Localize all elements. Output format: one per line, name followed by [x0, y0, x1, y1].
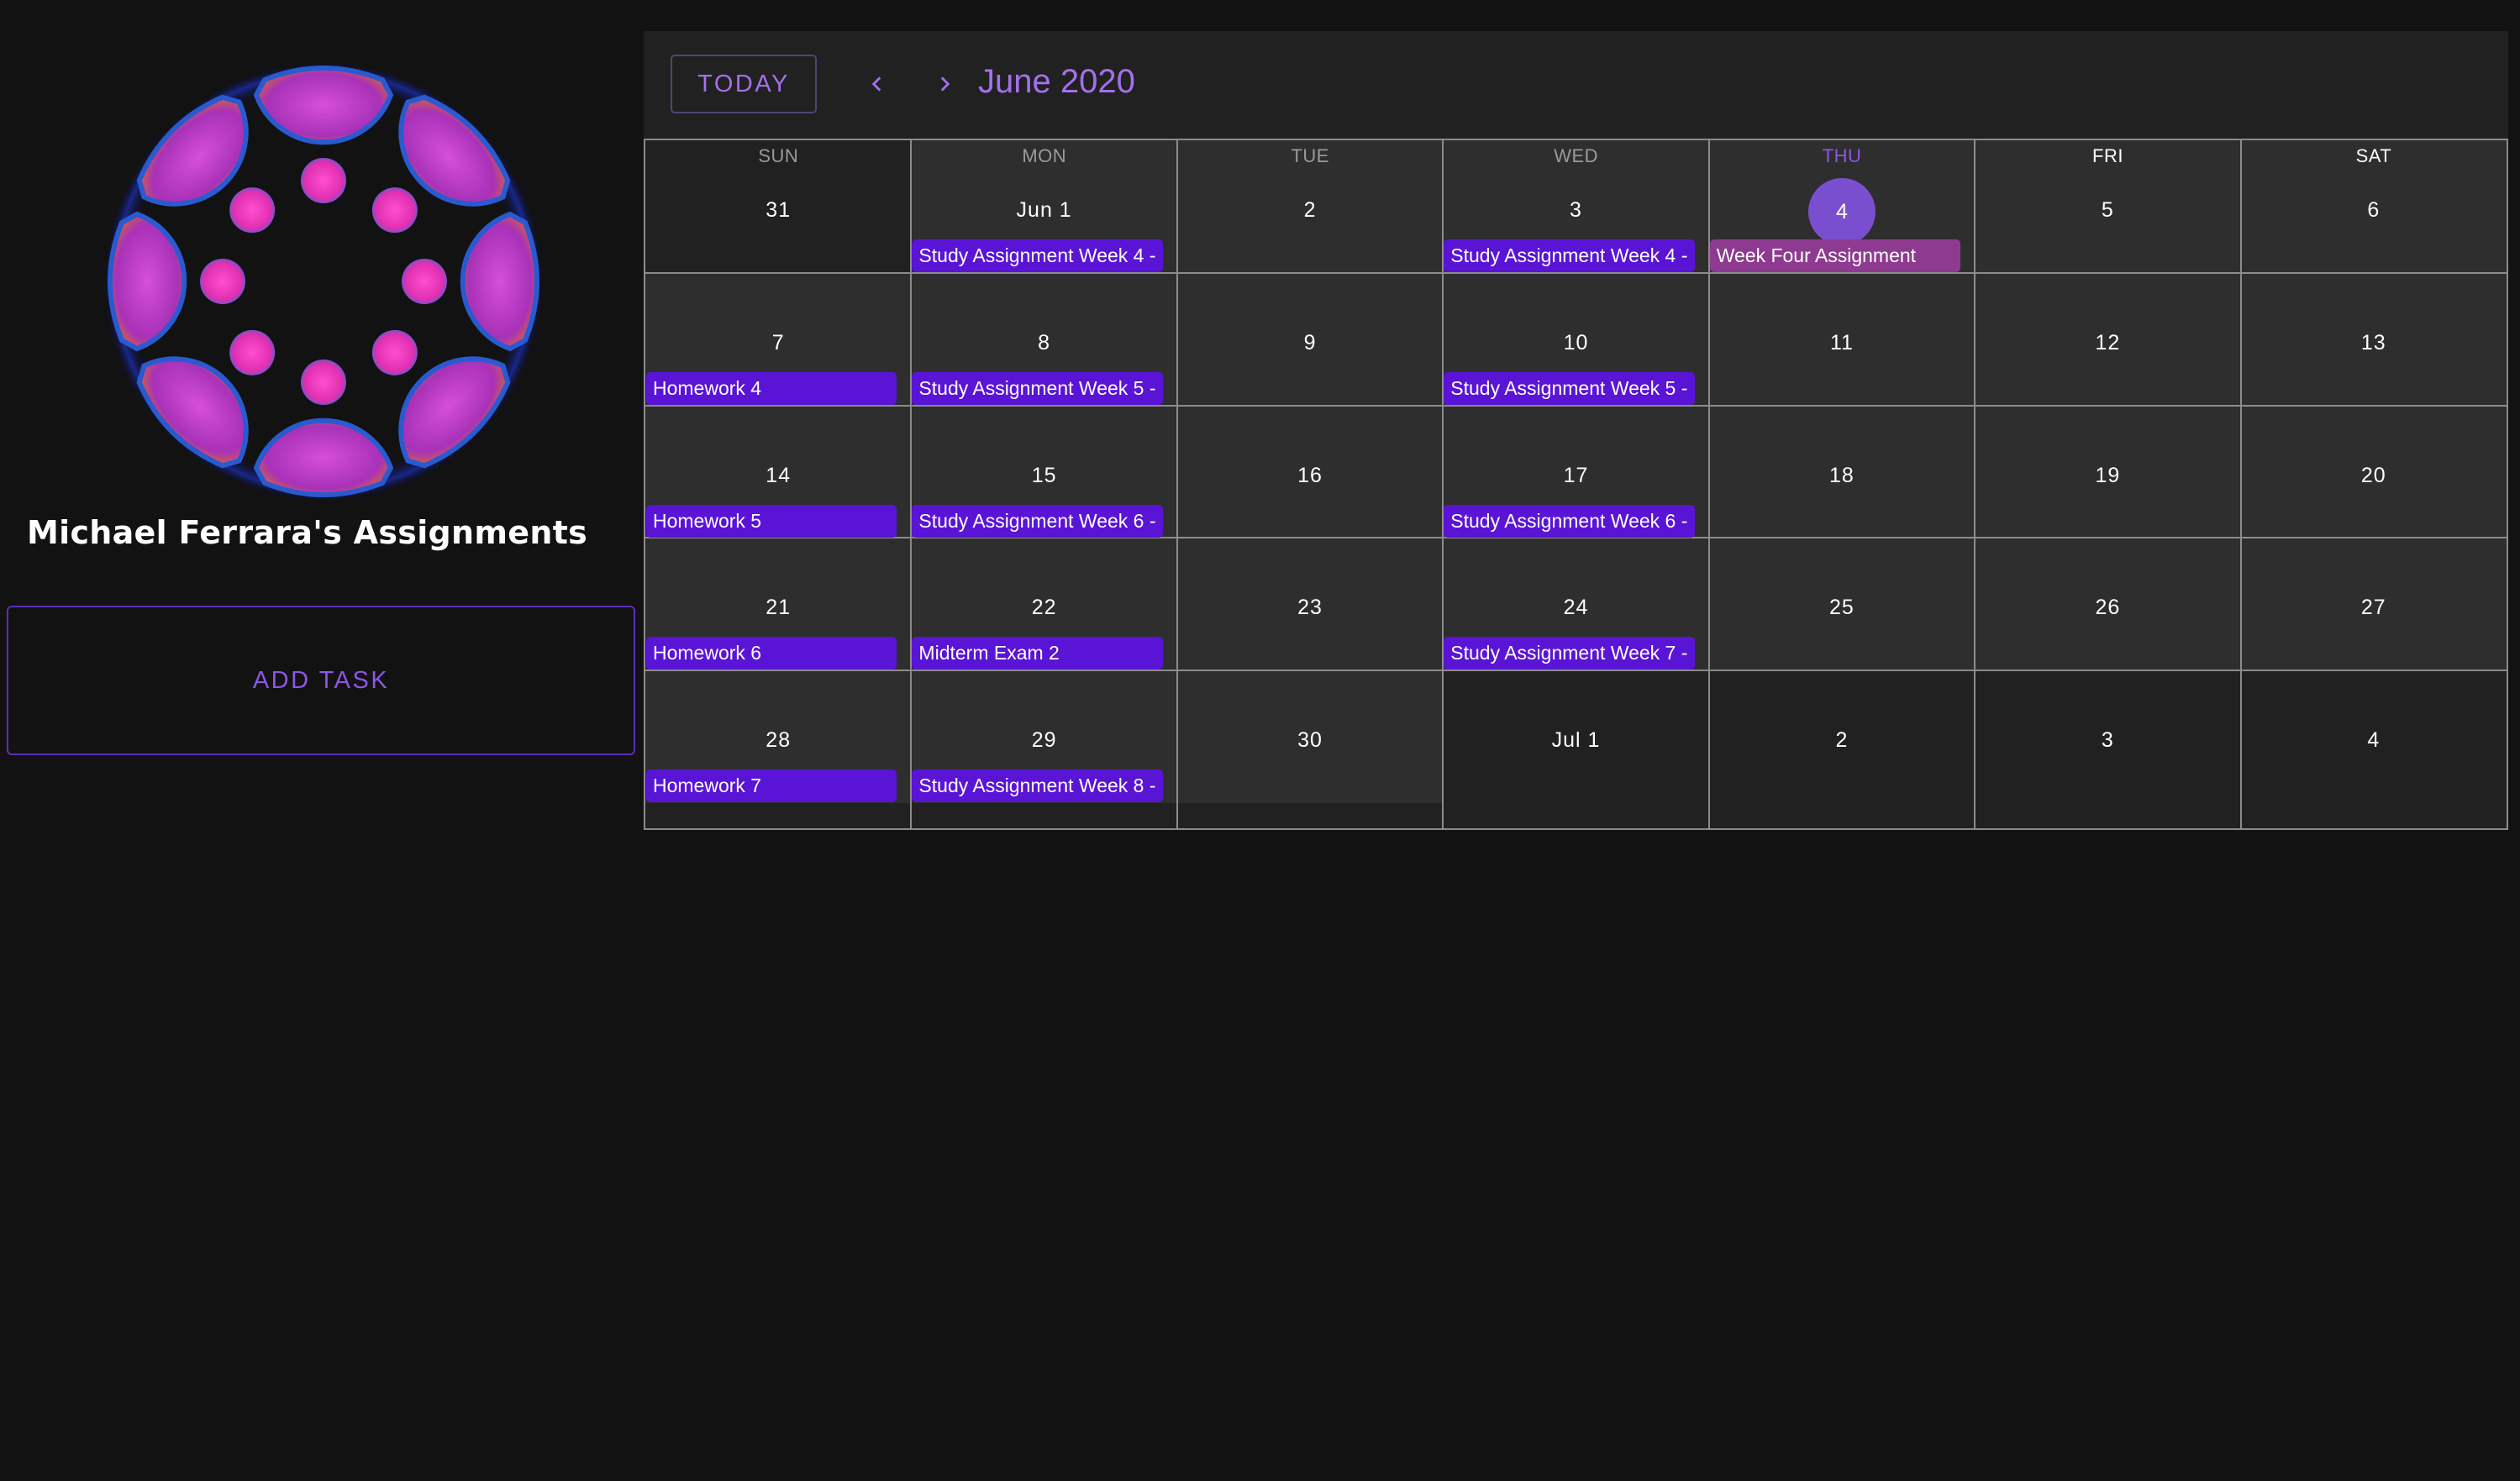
day-number[interactable]: 16 [1177, 464, 1443, 488]
previous-month-button[interactable] [852, 55, 902, 113]
weekday-header: SAT [2355, 145, 2392, 166]
grid-divider [645, 670, 2507, 672]
day-number[interactable]: 21 [645, 596, 911, 620]
calendar-event[interactable]: Homework 4 [646, 371, 897, 405]
calendar: TODAY June 2020 SUN MON TUE WED THU FRI SAT 31 J… [644, 31, 2508, 830]
calendar-event[interactable]: Study Assignment Week 7 - [1444, 637, 1695, 670]
day-number[interactable]: 31 [645, 198, 911, 223]
day-number[interactable]: 15 [911, 464, 1176, 488]
day-number[interactable]: 5 [1975, 198, 2240, 223]
flower-logo-icon [103, 61, 544, 502]
grid-divider [645, 271, 2507, 274]
calendar-event[interactable]: Study Assignment Week 4 - [912, 239, 1163, 272]
day-number[interactable]: 30 [1177, 728, 1443, 753]
calendar-event[interactable]: Midterm Exam 2 [912, 637, 1163, 670]
sidebar: Michael Ferrara's Assignments ADD TASK [0, 0, 644, 1481]
day-number[interactable]: 2 [1177, 198, 1443, 223]
calendar-toolbar: TODAY June 2020 [644, 31, 2508, 139]
day-number[interactable]: Jul 1 [1443, 728, 1708, 753]
day-number[interactable]: 3 [1975, 728, 2240, 753]
weekday-header: TUE [1291, 145, 1329, 166]
day-number[interactable]: 14 [645, 464, 911, 488]
calendar-event[interactable]: Homework 5 [646, 504, 897, 538]
day-number[interactable]: Jun 1 [911, 198, 1176, 223]
today-date-badge[interactable]: 4 [1807, 178, 1876, 245]
calendar-event[interactable]: Homework 7 [646, 769, 897, 803]
day-number[interactable]: 4 [2241, 728, 2507, 753]
chevron-left-icon [871, 76, 881, 92]
calendar-event[interactable]: Study Assignment Week 5 - [1444, 371, 1695, 405]
page-title: Michael Ferrara's Assignments [27, 514, 588, 551]
day-number[interactable]: 12 [1975, 331, 2240, 355]
day-number[interactable]: 2 [1709, 728, 1975, 753]
calendar-event[interactable]: Week Four Assignment [1709, 239, 1961, 272]
next-month-button[interactable] [919, 55, 970, 113]
day-number[interactable]: 8 [911, 331, 1176, 355]
weekday-header: MON [1022, 145, 1067, 166]
day-number[interactable]: 10 [1443, 331, 1708, 355]
chevron-right-icon [940, 76, 950, 92]
calendar-event[interactable]: Study Assignment Week 8 - [912, 769, 1163, 803]
day-number[interactable]: 9 [1177, 331, 1443, 355]
day-number[interactable]: 26 [1975, 596, 2240, 620]
month-grid: SUN MON TUE WED THU FRI SAT 31 Jun 1 2 3 4 5 6 Study A… [644, 139, 2508, 830]
day-number[interactable]: 13 [2241, 331, 2507, 355]
add-task-button[interactable]: ADD TASK [7, 606, 635, 755]
calendar-event[interactable]: Homework 6 [646, 637, 897, 670]
day-number[interactable]: 27 [2241, 596, 2507, 620]
calendar-event[interactable]: Study Assignment Week 6 - [1444, 504, 1695, 538]
day-number[interactable]: 18 [1709, 464, 1975, 488]
day-number[interactable]: 19 [1975, 464, 2240, 488]
day-number[interactable]: 3 [1443, 198, 1708, 223]
day-number[interactable]: 6 [2241, 198, 2507, 223]
grid-divider [645, 404, 2507, 407]
weekday-header: WED [1554, 145, 1599, 166]
weekday-header: SUN [758, 145, 799, 166]
day-number[interactable]: 23 [1177, 596, 1443, 620]
day-number[interactable]: 11 [1709, 331, 1975, 355]
day-number[interactable]: 29 [911, 728, 1176, 753]
day-number[interactable]: 25 [1709, 596, 1975, 620]
calendar-event[interactable]: Study Assignment Week 4 - [1444, 239, 1695, 272]
day-number[interactable]: 17 [1443, 464, 1708, 488]
today-button[interactable]: TODAY [671, 55, 817, 113]
day-number[interactable]: 7 [645, 331, 911, 355]
weekday-header: FRI [2092, 145, 2123, 166]
day-number[interactable]: 24 [1443, 596, 1708, 620]
day-number[interactable]: 20 [2241, 464, 2507, 488]
month-title: June 2020 [978, 63, 1135, 100]
day-number[interactable]: 28 [645, 728, 911, 753]
grid-divider [645, 537, 2507, 539]
weekday-header: THU [1822, 145, 1862, 166]
calendar-event[interactable]: Study Assignment Week 6 - [912, 504, 1163, 538]
day-number[interactable]: 22 [911, 596, 1176, 620]
calendar-event[interactable]: Study Assignment Week 5 - [912, 371, 1163, 405]
